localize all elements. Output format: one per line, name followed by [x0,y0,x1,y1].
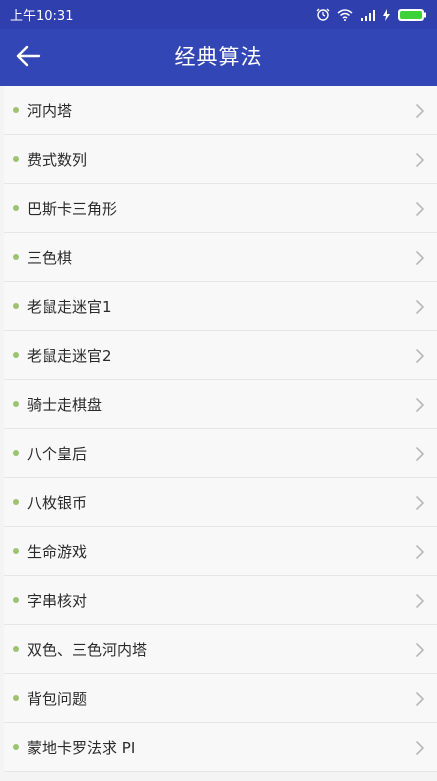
list-item[interactable]: 三色棋 [4,233,437,282]
list-item[interactable]: 巴斯卡三角形 [4,184,437,233]
bullet-dot-icon [13,695,19,701]
bullet-dot-icon [13,107,19,113]
chevron-right-icon [415,348,425,363]
bullet-dot-icon [13,646,19,652]
bullet-dot-icon [13,548,19,554]
list-item-label: 蒙地卡罗法求 PI [27,738,136,757]
list-item[interactable]: 蒙地卡罗法求 PI [4,723,437,772]
list-item[interactable]: 生命游戏 [4,527,437,576]
bullet-dot-icon [13,597,19,603]
status-bar: 上午10:31 [0,0,437,29]
list-item[interactable]: 老鼠走迷官1 [4,282,437,331]
list-item[interactable]: 费式数列 [4,135,437,184]
list-item-label: 双色、三色河内塔 [27,640,148,659]
wifi-icon [337,8,353,21]
list-item[interactable]: 八枚银币 [4,478,437,527]
list-item-label: 八个皇后 [27,444,88,463]
list-item-label: 生命游戏 [27,542,88,561]
bullet-dot-icon [13,744,19,750]
list-item-label: 字串核对 [27,591,88,610]
list-item-label: 老鼠走迷官2 [27,346,112,365]
list-item-label: 背包问题 [27,689,88,708]
chevron-right-icon [415,201,425,216]
chevron-right-icon [415,642,425,657]
list-item-label: 费式数列 [27,150,88,169]
list-item[interactable]: 字串核对 [4,576,437,625]
list-item[interactable]: 八个皇后 [4,429,437,478]
bullet-dot-icon [13,499,19,505]
bullet-dot-icon [13,303,19,309]
list-item[interactable]: 河内塔 [4,86,437,135]
list-item-label: 三色棋 [27,248,73,267]
signal-icon [360,9,376,21]
bullet-dot-icon [13,352,19,358]
chevron-right-icon [415,397,425,412]
list-item-label: 八枚银币 [27,493,88,512]
list-item-label: 骑士走棋盘 [27,395,103,414]
bullet-dot-icon [13,450,19,456]
list-item[interactable]: 骑士走棋盘 [4,380,437,429]
status-time: 上午10:31 [10,9,74,24]
list-item[interactable]: 背包问题 [4,674,437,723]
chevron-right-icon [415,495,425,510]
chevron-right-icon [415,446,425,461]
page-title: 经典算法 [174,45,263,69]
chevron-right-icon [415,299,425,314]
list-item[interactable]: 老鼠走迷官2 [4,331,437,380]
chevron-right-icon [415,544,425,559]
app-bar: 经典算法 [0,29,437,86]
bullet-dot-icon [13,156,19,162]
charging-icon [383,8,390,21]
list-item[interactable]: 双色、三色河内塔 [4,625,437,674]
chevron-right-icon [415,152,425,167]
chevron-right-icon [415,103,425,118]
status-icons [316,8,427,22]
list-item-label: 巴斯卡三角形 [27,199,118,218]
chevron-right-icon [415,593,425,608]
chevron-right-icon [415,691,425,706]
alarm-icon [316,8,330,21]
battery-icon [397,8,427,22]
algorithm-list: 河内塔费式数列巴斯卡三角形 三色棋老鼠走迷官1 老鼠走迷官2 骑士走棋盘八个皇后八枚银… [4,86,437,772]
list-item-label: 河内塔 [27,101,73,120]
bullet-dot-icon [13,401,19,407]
chevron-right-icon [415,740,425,755]
list-item-label: 老鼠走迷官1 [27,297,112,316]
bullet-dot-icon [13,254,19,260]
chevron-right-icon [415,250,425,265]
bullet-dot-icon [13,205,19,211]
